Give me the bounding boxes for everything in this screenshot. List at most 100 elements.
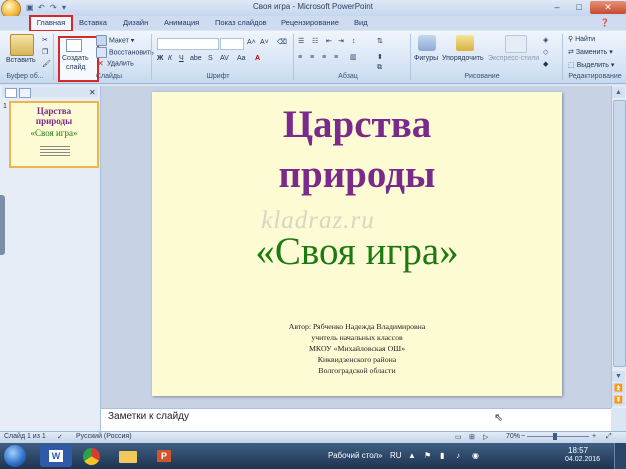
align-left-icon[interactable]: ≡: [298, 53, 302, 63]
spellcheck-icon[interactable]: ✓: [57, 433, 63, 441]
align-center-icon[interactable]: ≡: [310, 53, 314, 63]
smartart-icon[interactable]: ⧉: [377, 63, 382, 73]
replace-button[interactable]: ⇄ Заменить ▾: [568, 48, 613, 58]
strikethrough-icon[interactable]: abe: [190, 54, 202, 64]
thumb-subtitle: «Своя игра»: [30, 128, 78, 138]
numbering-icon[interactable]: ☷: [312, 37, 318, 47]
shape-fill-icon[interactable]: ◈: [543, 36, 548, 46]
quick-styles-button[interactable]: Экспресс-стили: [488, 54, 539, 64]
close-pane-icon[interactable]: ✕: [89, 88, 96, 97]
increase-indent-icon[interactable]: ⇥: [338, 37, 344, 47]
zoom-level[interactable]: 70%: [506, 433, 520, 440]
shape-effects-icon[interactable]: ◆: [543, 60, 548, 70]
normal-view-icon[interactable]: ▭: [455, 433, 462, 441]
previous-slide-icon[interactable]: ⏫: [612, 383, 625, 394]
font-color-icon[interactable]: A: [255, 54, 260, 64]
shadow-icon[interactable]: S: [208, 54, 213, 64]
thumb-title-1: Царства: [36, 106, 72, 116]
tab-home[interactable]: Главная: [29, 15, 73, 32]
italic-icon[interactable]: К: [168, 54, 172, 64]
slideshow-view-icon[interactable]: ▷: [483, 433, 488, 441]
pane-resize-handle[interactable]: [0, 195, 5, 255]
underline-icon[interactable]: Ч: [179, 54, 184, 64]
cut-icon[interactable]: ✂: [42, 36, 48, 46]
tray-network-icon[interactable]: ▮: [440, 451, 444, 460]
desktop-toolbar[interactable]: Рабочий стол: [328, 451, 378, 460]
align-text-icon[interactable]: ⬍: [377, 53, 383, 63]
zoom-out-icon[interactable]: −: [521, 433, 525, 440]
tray-volume-icon[interactable]: ♪: [456, 451, 460, 460]
maximize-button[interactable]: □: [568, 1, 590, 14]
zoom-in-icon[interactable]: +: [592, 433, 596, 440]
tray-chevron-icon[interactable]: »: [378, 451, 382, 460]
scroll-down-icon[interactable]: ▼: [612, 371, 625, 382]
clock-date[interactable]: 04.02.2016: [565, 456, 600, 463]
scroll-up-icon[interactable]: ▲: [612, 87, 625, 98]
tab-view[interactable]: Вид: [354, 17, 368, 29]
shapes-button[interactable]: Фигуры: [414, 54, 438, 64]
shapes-icon[interactable]: [418, 35, 436, 51]
line-spacing-icon[interactable]: ↕: [352, 37, 356, 47]
format-painter-icon[interactable]: 🖌: [42, 60, 51, 70]
sorter-view-icon[interactable]: ⊞: [469, 433, 475, 441]
font-shrink-icon[interactable]: A˅: [260, 38, 269, 48]
slide-title[interactable]: Царства природы: [152, 100, 562, 200]
close-button[interactable]: ✕: [590, 1, 626, 14]
reset-button[interactable]: Восстановить: [96, 47, 154, 58]
tab-slideshow[interactable]: Показ слайдов: [215, 17, 267, 29]
language-bar[interactable]: RU: [390, 451, 402, 460]
find-button[interactable]: ⚲ Найти: [568, 35, 595, 45]
quick-styles-icon[interactable]: [505, 35, 527, 53]
zoom-slider-thumb[interactable]: [553, 433, 557, 440]
new-slide-label-2: слайд: [66, 64, 86, 71]
tab-design[interactable]: Дизайн: [123, 17, 148, 29]
font-name-select[interactable]: [157, 38, 219, 50]
shape-outline-icon[interactable]: ◇: [543, 48, 548, 58]
zoom-slider[interactable]: [527, 436, 589, 437]
language-indicator[interactable]: Русский (Россия): [76, 433, 132, 440]
bullets-icon[interactable]: ☰: [298, 37, 304, 47]
arrange-button[interactable]: Упорядочить: [442, 54, 484, 64]
slide-subtitle[interactable]: «Своя игра»: [152, 228, 562, 276]
spacing-icon[interactable]: AV: [220, 54, 229, 64]
fit-to-window-icon[interactable]: ⤢: [606, 433, 612, 441]
tray-expand-icon[interactable]: ▲: [408, 451, 416, 460]
text-direction-icon[interactable]: ⇅: [377, 37, 383, 47]
slides-tab-icon[interactable]: [5, 88, 17, 98]
select-button[interactable]: ⬚ Выделить ▾: [568, 61, 614, 71]
minimize-button[interactable]: –: [546, 1, 568, 14]
justify-icon[interactable]: ≡: [334, 53, 338, 63]
start-button[interactable]: [4, 445, 26, 467]
font-grow-icon[interactable]: A˄: [247, 38, 256, 48]
delete-slide-button[interactable]: ✕ Удалить: [96, 59, 134, 69]
align-right-icon[interactable]: ≡: [322, 53, 326, 63]
scroll-thumb[interactable]: [613, 100, 626, 367]
tab-animation[interactable]: Анимация: [164, 17, 199, 29]
paste-icon[interactable]: [10, 34, 34, 56]
show-desktop-button[interactable]: [614, 443, 626, 469]
tab-review[interactable]: Рецензирование: [281, 17, 339, 29]
change-case-icon[interactable]: Aa: [237, 54, 246, 64]
clock-time[interactable]: 18:57: [568, 446, 588, 455]
copy-icon[interactable]: ❐: [42, 48, 48, 58]
columns-icon[interactable]: ▥: [350, 53, 357, 63]
taskbar-explorer-icon[interactable]: [112, 445, 144, 467]
outline-tab-icon[interactable]: [19, 88, 31, 98]
taskbar-word-icon[interactable]: W: [40, 445, 72, 467]
taskbar-chrome-icon[interactable]: [76, 445, 108, 467]
layout-button[interactable]: Макет ▾: [96, 35, 134, 46]
paste-button[interactable]: Вставить: [6, 56, 36, 66]
font-size-select[interactable]: [220, 38, 244, 50]
decrease-indent-icon[interactable]: ⇤: [326, 37, 332, 47]
help-icon[interactable]: ❓: [600, 17, 609, 29]
taskbar-powerpoint-icon[interactable]: P: [148, 445, 180, 467]
arrange-icon[interactable]: [456, 35, 474, 51]
notes-placeholder[interactable]: Заметки к слайду: [108, 411, 189, 422]
bold-icon[interactable]: Ж: [157, 54, 163, 64]
tray-flag-icon[interactable]: ⚑: [424, 451, 431, 460]
tray-security-icon[interactable]: ◉: [472, 451, 479, 460]
tab-insert[interactable]: Вставка: [79, 17, 107, 29]
slides-group-label: Слайды: [95, 73, 123, 80]
clear-formatting-icon[interactable]: ⌫: [277, 38, 287, 48]
next-slide-icon[interactable]: ⏬: [612, 395, 625, 406]
